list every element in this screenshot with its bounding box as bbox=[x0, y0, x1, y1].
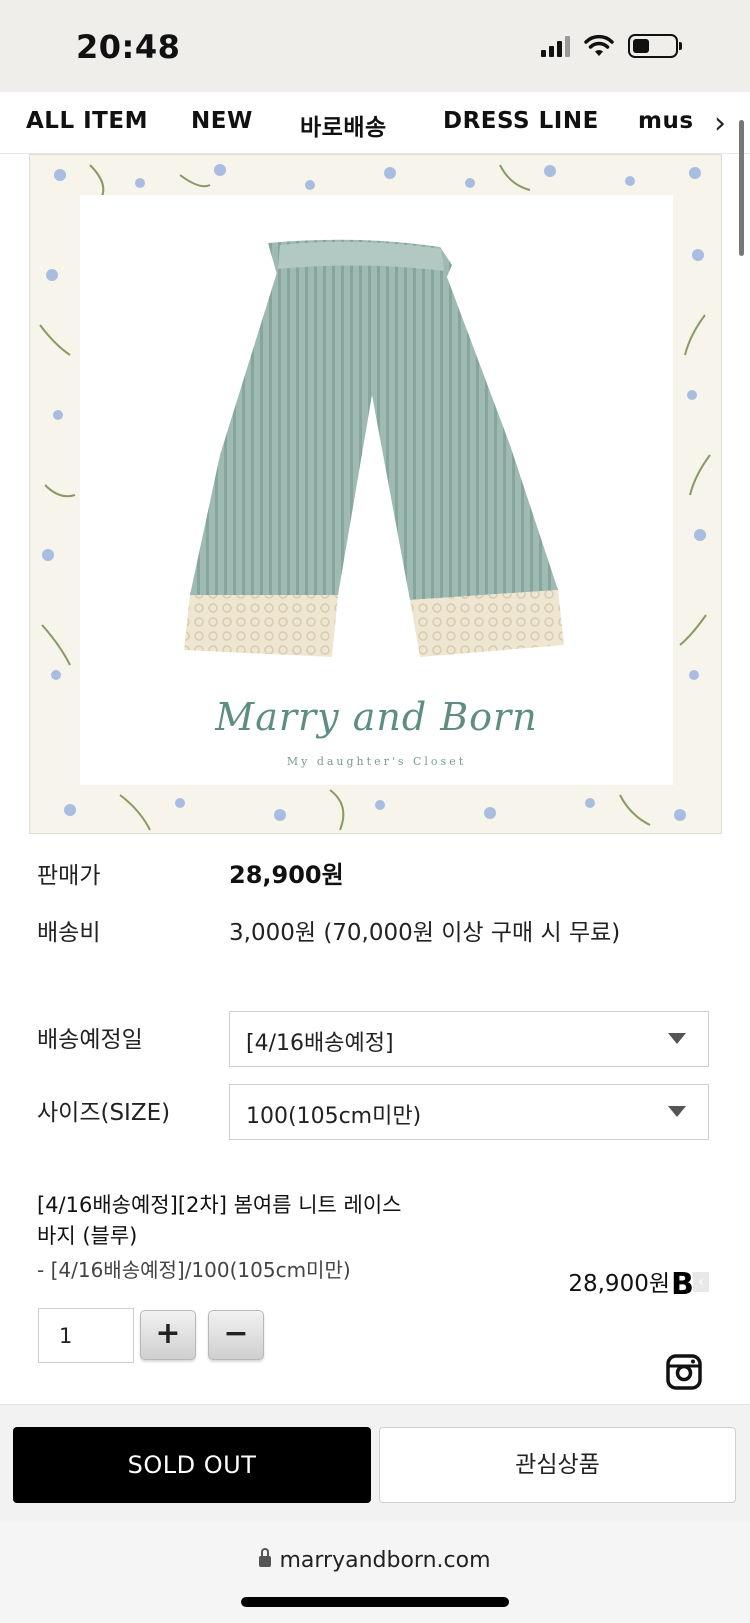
delivery-date-select[interactable]: [4/16배송예정] bbox=[229, 1011, 709, 1067]
wishlist-button[interactable]: 관심상품 bbox=[379, 1427, 736, 1503]
home-indicator[interactable] bbox=[241, 1597, 509, 1607]
delivery-date-label: 배송예정일 bbox=[37, 1027, 143, 1053]
brand-tagline: My daughter's Closet bbox=[286, 755, 467, 768]
dropdown-arrow-icon bbox=[668, 1106, 686, 1117]
status-bar: 20:48 bbox=[0, 0, 750, 92]
nav-item-new[interactable]: NEW bbox=[191, 108, 253, 134]
url-text: marryandborn.com bbox=[279, 1548, 491, 1573]
instagram-icon[interactable] bbox=[666, 1354, 702, 1390]
dropdown-arrow-icon bbox=[668, 1033, 686, 1044]
selected-item-option: - [4/16배송예정]/100(105cm미만) bbox=[37, 1258, 351, 1282]
quantity-value: 1 bbox=[59, 1324, 73, 1348]
nav-item-mus[interactable]: mus bbox=[638, 108, 694, 134]
price-label: 판매가 bbox=[37, 863, 101, 889]
selected-item-title: [4/16배송예정][2차] 봄여름 니트 레이스 바지 (블루) bbox=[37, 1190, 457, 1252]
scrollbar[interactable] bbox=[739, 120, 744, 256]
size-selected: 100(105cm미만) bbox=[246, 1104, 422, 1129]
lock-icon bbox=[259, 1548, 272, 1568]
price-value: 28,900원 bbox=[229, 861, 344, 889]
nav-item-all-item[interactable]: ALL ITEM bbox=[26, 108, 148, 134]
selected-item-title-line1: [4/16배송예정][2차] 봄여름 니트 레이스 bbox=[37, 1193, 402, 1217]
selected-item-title-line2: 바지 (블루) bbox=[37, 1224, 138, 1248]
browser-url-bar[interactable]: marryandborn.com bbox=[0, 1522, 750, 1623]
sold-out-button[interactable]: SOLD OUT bbox=[13, 1427, 371, 1503]
cellular-signal-icon bbox=[541, 35, 570, 57]
quantity-decrease-button[interactable]: − bbox=[208, 1310, 264, 1360]
url-display: marryandborn.com bbox=[0, 1548, 750, 1573]
status-time: 20:48 bbox=[76, 28, 181, 66]
shipping-label: 배송비 bbox=[37, 920, 101, 946]
size-label: 사이즈(SIZE) bbox=[37, 1100, 171, 1126]
product-image: Marry and Born My daughter's Closet bbox=[29, 154, 722, 834]
size-select[interactable]: 100(105cm미만) bbox=[229, 1084, 709, 1140]
category-nav: ALL ITEM NEW 바로배송 DRESS LINE mus › bbox=[0, 92, 750, 154]
product-photo-frame: Marry and Born My daughter's Closet bbox=[80, 195, 673, 785]
badge-collapse-icon[interactable]: ‹ bbox=[693, 1272, 709, 1292]
battery-icon bbox=[628, 34, 682, 58]
delivery-date-selected: [4/16배송예정] bbox=[246, 1031, 394, 1056]
chevron-right-icon[interactable]: › bbox=[714, 106, 726, 141]
quantity-increase-button[interactable]: + bbox=[140, 1310, 196, 1360]
quantity-input[interactable]: 1 bbox=[38, 1308, 134, 1363]
action-bar: SOLD OUT 관심상품 bbox=[0, 1404, 750, 1522]
brand-logo-text: Marry and Born bbox=[215, 695, 538, 739]
shipping-value: 3,000원 (70,000원 이상 구매 시 무료) bbox=[229, 920, 621, 946]
nav-item-direct-delivery[interactable]: 바로배송 bbox=[300, 108, 387, 142]
status-icons bbox=[541, 34, 682, 58]
nav-item-dress-line[interactable]: DRESS LINE bbox=[443, 108, 599, 134]
selected-item-price: 28,900원 bbox=[568, 1271, 670, 1297]
wifi-icon bbox=[584, 34, 614, 56]
